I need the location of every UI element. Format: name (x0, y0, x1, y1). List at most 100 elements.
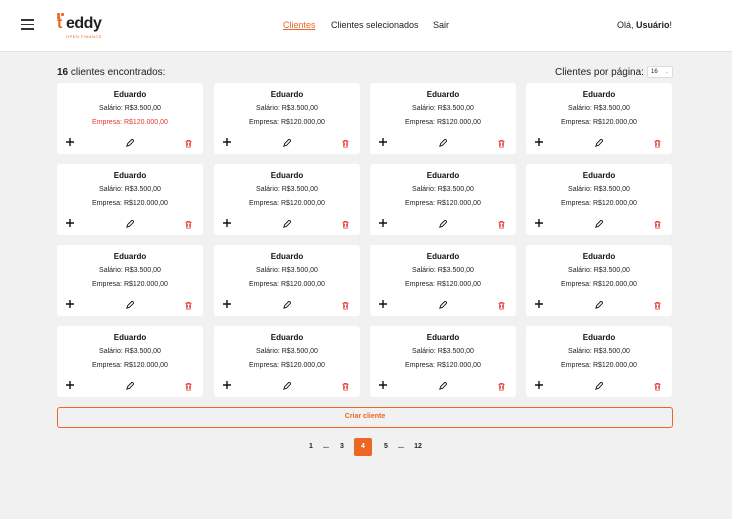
plus-icon[interactable] (534, 296, 544, 308)
pencil-icon[interactable] (125, 378, 135, 390)
pagination-ellipsis: ... (398, 443, 404, 450)
plus-icon[interactable] (65, 215, 75, 227)
client-card[interactable]: Eduardo Salário: R$3.500,00 Empresa: R$120… (370, 83, 516, 154)
plus-icon[interactable] (378, 215, 388, 227)
page-button[interactable]: 12 (413, 438, 423, 456)
trash-icon[interactable] (653, 216, 662, 229)
plus-icon[interactable] (222, 215, 232, 227)
pencil-icon[interactable] (594, 297, 604, 309)
client-company-value: Empresa: R$120.000,00 (561, 119, 637, 126)
client-name: Eduardo (426, 252, 460, 261)
pencil-icon[interactable] (282, 378, 292, 390)
page-button[interactable]: 5 (381, 438, 391, 456)
trash-icon[interactable] (497, 135, 506, 148)
plus-icon[interactable] (378, 377, 388, 389)
trash-icon[interactable] (184, 216, 193, 229)
create-client-button[interactable]: Criar cliente (57, 407, 673, 428)
plus-icon[interactable] (222, 134, 232, 146)
client-card[interactable]: Eduardo Salário: R$3.500,00 Empresa: R$120… (57, 164, 203, 235)
pencil-icon[interactable] (282, 297, 292, 309)
client-company-value: Empresa: R$120.000,00 (405, 281, 481, 288)
client-salary: Salário: R$3.500,00 (256, 267, 318, 274)
trash-icon[interactable] (653, 297, 662, 310)
client-card[interactable]: Eduardo Salário: R$3.500,00 Empresa: R$120… (214, 245, 360, 316)
plus-icon[interactable] (65, 296, 75, 308)
per-page-label: Clientes por página: (555, 67, 644, 78)
plus-icon[interactable] (378, 134, 388, 146)
plus-icon[interactable] (222, 377, 232, 389)
trash-icon[interactable] (497, 216, 506, 229)
client-card[interactable]: Eduardo Salário: R$3.500,00 Empresa: R$120… (370, 245, 516, 316)
logo-tagline: OPEN FINANCE (66, 34, 103, 39)
client-name: Eduardo (113, 90, 147, 99)
trash-icon[interactable] (497, 297, 506, 310)
client-salary: Salário: R$3.500,00 (99, 105, 161, 112)
client-name: Eduardo (270, 252, 304, 261)
client-company-value: Empresa: R$120.000,00 (405, 362, 481, 369)
client-card[interactable]: Eduardo Salário: R$3.500,00 Empresa: R$120… (57, 326, 203, 397)
trash-icon[interactable] (184, 297, 193, 310)
nav-clientes[interactable]: Clientes (283, 20, 316, 30)
client-name: Eduardo (582, 252, 616, 261)
client-card[interactable]: Eduardo Salário: R$3.500,00 Empresa: R$120… (214, 326, 360, 397)
pencil-icon[interactable] (594, 135, 604, 147)
plus-icon[interactable] (65, 377, 75, 389)
client-card[interactable]: Eduardo Salário: R$3.500,00 Empresa: R$120… (526, 83, 672, 154)
client-salary: Salário: R$3.500,00 (412, 105, 474, 112)
client-company-value: Empresa: R$120.000,00 (249, 119, 325, 126)
client-company-value: Empresa: R$120.000,00 (561, 362, 637, 369)
trash-icon[interactable] (653, 378, 662, 391)
plus-icon[interactable] (534, 377, 544, 389)
top-header: t eddy OPEN FINANCE Clientes Clientes se… (0, 0, 732, 52)
pencil-icon[interactable] (282, 216, 292, 228)
client-card[interactable]: Eduardo Salário: R$3.500,00 Empresa: R$120… (57, 245, 203, 316)
pagination: 1... 3 4 5... 12 (0, 438, 732, 456)
per-page-select[interactable]: 16 ⌄ (647, 66, 673, 78)
trash-icon[interactable] (341, 135, 350, 148)
client-salary: Salário: R$3.500,00 (256, 186, 318, 193)
client-card[interactable]: Eduardo Salário: R$3.500,00 Empresa: R$120… (370, 164, 516, 235)
client-card[interactable]: Eduardo Salário: R$3.500,00 Empresa: R$120… (214, 83, 360, 154)
client-name: Eduardo (270, 171, 304, 180)
trash-icon[interactable] (497, 378, 506, 391)
trash-icon[interactable] (341, 378, 350, 391)
pencil-icon[interactable] (125, 297, 135, 309)
trash-icon[interactable] (184, 135, 193, 148)
plus-icon[interactable] (65, 134, 75, 146)
client-card[interactable]: Eduardo Salário: R$3.500,00 Empresa: R$120… (214, 164, 360, 235)
trash-icon[interactable] (341, 216, 350, 229)
page-button[interactable]: 1 (306, 438, 316, 456)
pencil-icon[interactable] (282, 135, 292, 147)
client-card[interactable]: Eduardo Salário: R$3.500,00 Empresa: R$120… (57, 83, 203, 154)
client-company-value: Empresa: R$120.000,00 (561, 200, 637, 207)
plus-icon[interactable] (534, 134, 544, 146)
trash-icon[interactable] (341, 297, 350, 310)
pencil-icon[interactable] (438, 378, 448, 390)
pencil-icon[interactable] (438, 135, 448, 147)
pencil-icon[interactable] (438, 216, 448, 228)
trash-icon[interactable] (653, 135, 662, 148)
page-button[interactable]: 3 (337, 438, 347, 456)
page-button[interactable]: 4 (354, 438, 372, 456)
nav-sair[interactable]: Sair (433, 20, 449, 30)
client-salary: Salário: R$3.500,00 (568, 267, 630, 274)
plus-icon[interactable] (222, 296, 232, 308)
clients-count-label: clientes encontrados: (68, 67, 166, 78)
nav-clientes-selecionados[interactable]: Clientes selecionados (331, 20, 419, 30)
pencil-icon[interactable] (125, 216, 135, 228)
plus-icon[interactable] (534, 215, 544, 227)
client-card[interactable]: Eduardo Salário: R$3.500,00 Empresa: R$120… (526, 245, 672, 316)
client-name: Eduardo (426, 90, 460, 99)
pencil-icon[interactable] (125, 135, 135, 147)
trash-icon[interactable] (184, 378, 193, 391)
pencil-icon[interactable] (594, 378, 604, 390)
pencil-icon[interactable] (594, 216, 604, 228)
client-card[interactable]: Eduardo Salário: R$3.500,00 Empresa: R$120… (370, 326, 516, 397)
clients-found: 16 clientes encontrados: (57, 67, 165, 78)
client-salary: Salário: R$3.500,00 (99, 348, 161, 355)
client-card[interactable]: Eduardo Salário: R$3.500,00 Empresa: R$120… (526, 164, 672, 235)
pencil-icon[interactable] (438, 297, 448, 309)
client-salary: Salário: R$3.500,00 (568, 186, 630, 193)
client-card[interactable]: Eduardo Salário: R$3.500,00 Empresa: R$120… (526, 326, 672, 397)
plus-icon[interactable] (378, 296, 388, 308)
